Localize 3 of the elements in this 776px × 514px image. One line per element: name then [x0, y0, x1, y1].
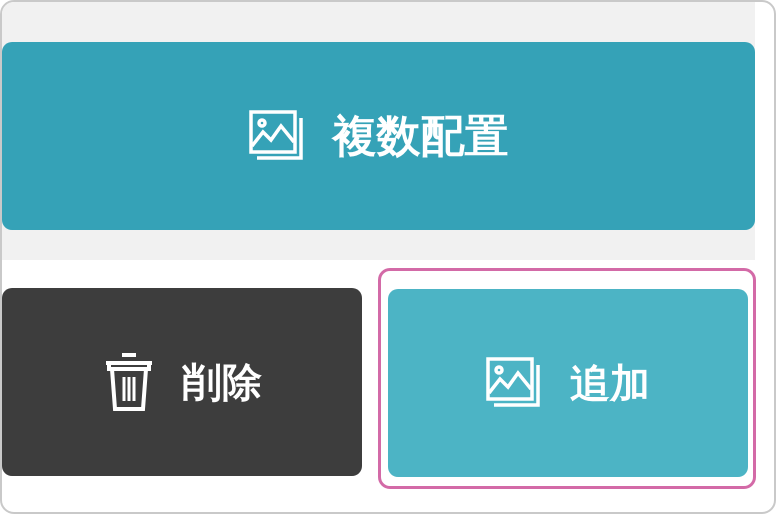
place-multiple-button[interactable]: 複数配置: [2, 42, 755, 230]
add-button[interactable]: 追加: [388, 289, 748, 477]
delete-button[interactable]: 削除: [2, 288, 362, 476]
